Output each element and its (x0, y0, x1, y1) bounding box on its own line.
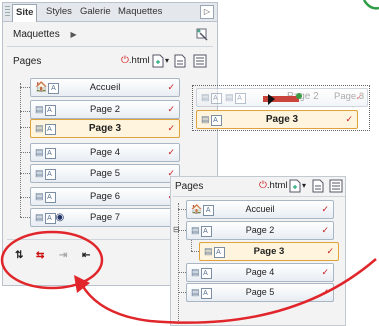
check-icon: ✓ (167, 147, 175, 157)
page-item-page-2[interactable]: ▤ A Page 2 ✓ (30, 100, 180, 119)
power-icon: ⏻ (121, 55, 129, 66)
maquettes-row[interactable]: Maquettes ▶ (13, 29, 77, 40)
maquette-tool-icon[interactable] (195, 28, 209, 41)
pages-header-label: Pages (13, 56, 42, 67)
page-properties-icon[interactable] (312, 179, 324, 193)
check-icon: ✓ (167, 82, 175, 92)
check-icon: ✓ (167, 104, 175, 114)
tab-site[interactable]: Site (12, 4, 38, 22)
collapse-panel-button[interactable]: ▷ (200, 5, 214, 19)
power-icon: ⏻ (259, 180, 267, 191)
page-list-icon[interactable] (329, 179, 343, 193)
new-page-icon[interactable] (152, 54, 164, 68)
page-item-page-6[interactable]: ▤A Page 6 ✓ (30, 187, 180, 206)
pages-header-label: Pages (175, 181, 204, 192)
curved-arrow (74, 258, 377, 324)
tab-styles[interactable]: Styles (43, 4, 75, 20)
maquettes-label: Maquettes (13, 29, 60, 40)
check-icon: ✓ (167, 123, 175, 133)
new-page-dropdown-icon[interactable]: ▾ (302, 181, 306, 190)
separator (7, 46, 213, 47)
tab-bar: Site Styles Galerie Maquettes ▷ (3, 3, 217, 22)
html-export-button[interactable]: ⏻.html (259, 180, 288, 191)
page-list-icon[interactable] (193, 54, 207, 68)
page-item-page-5[interactable]: ▤ A Page 5 ✓ (30, 164, 180, 183)
drag-cursor-icon (262, 93, 304, 110)
tree-expander-icon[interactable]: ⊟ (173, 225, 180, 234)
tab-maquettes[interactable]: Maquettes (115, 4, 165, 20)
drag-target-page-3: ▤ A Page 3 ✓ (196, 110, 358, 129)
new-page-dropdown-icon[interactable]: ▾ (165, 56, 169, 65)
expand-arrow-icon[interactable]: ▶ (70, 30, 76, 39)
page-item-page-2[interactable]: ▤ A Page 2 ✓ (186, 221, 334, 240)
page-item-page-3[interactable]: ▤ A Page 3 ✓ (30, 119, 180, 138)
tab-galerie[interactable]: Galerie (77, 4, 114, 20)
page-item-accueil[interactable]: 🏠 A Accueil ✓ (30, 78, 180, 97)
grip-handle[interactable] (5, 6, 10, 18)
green-corner (362, 0, 379, 14)
new-page-icon[interactable] (289, 179, 301, 193)
html-export-button[interactable]: ⏻.html (121, 55, 150, 66)
page-item-page-4[interactable]: ▤ A Page 4 ✓ (30, 143, 180, 162)
page-item-accueil[interactable]: 🏠 A Accueil ✓ (186, 200, 334, 219)
page-properties-icon[interactable] (174, 54, 186, 68)
